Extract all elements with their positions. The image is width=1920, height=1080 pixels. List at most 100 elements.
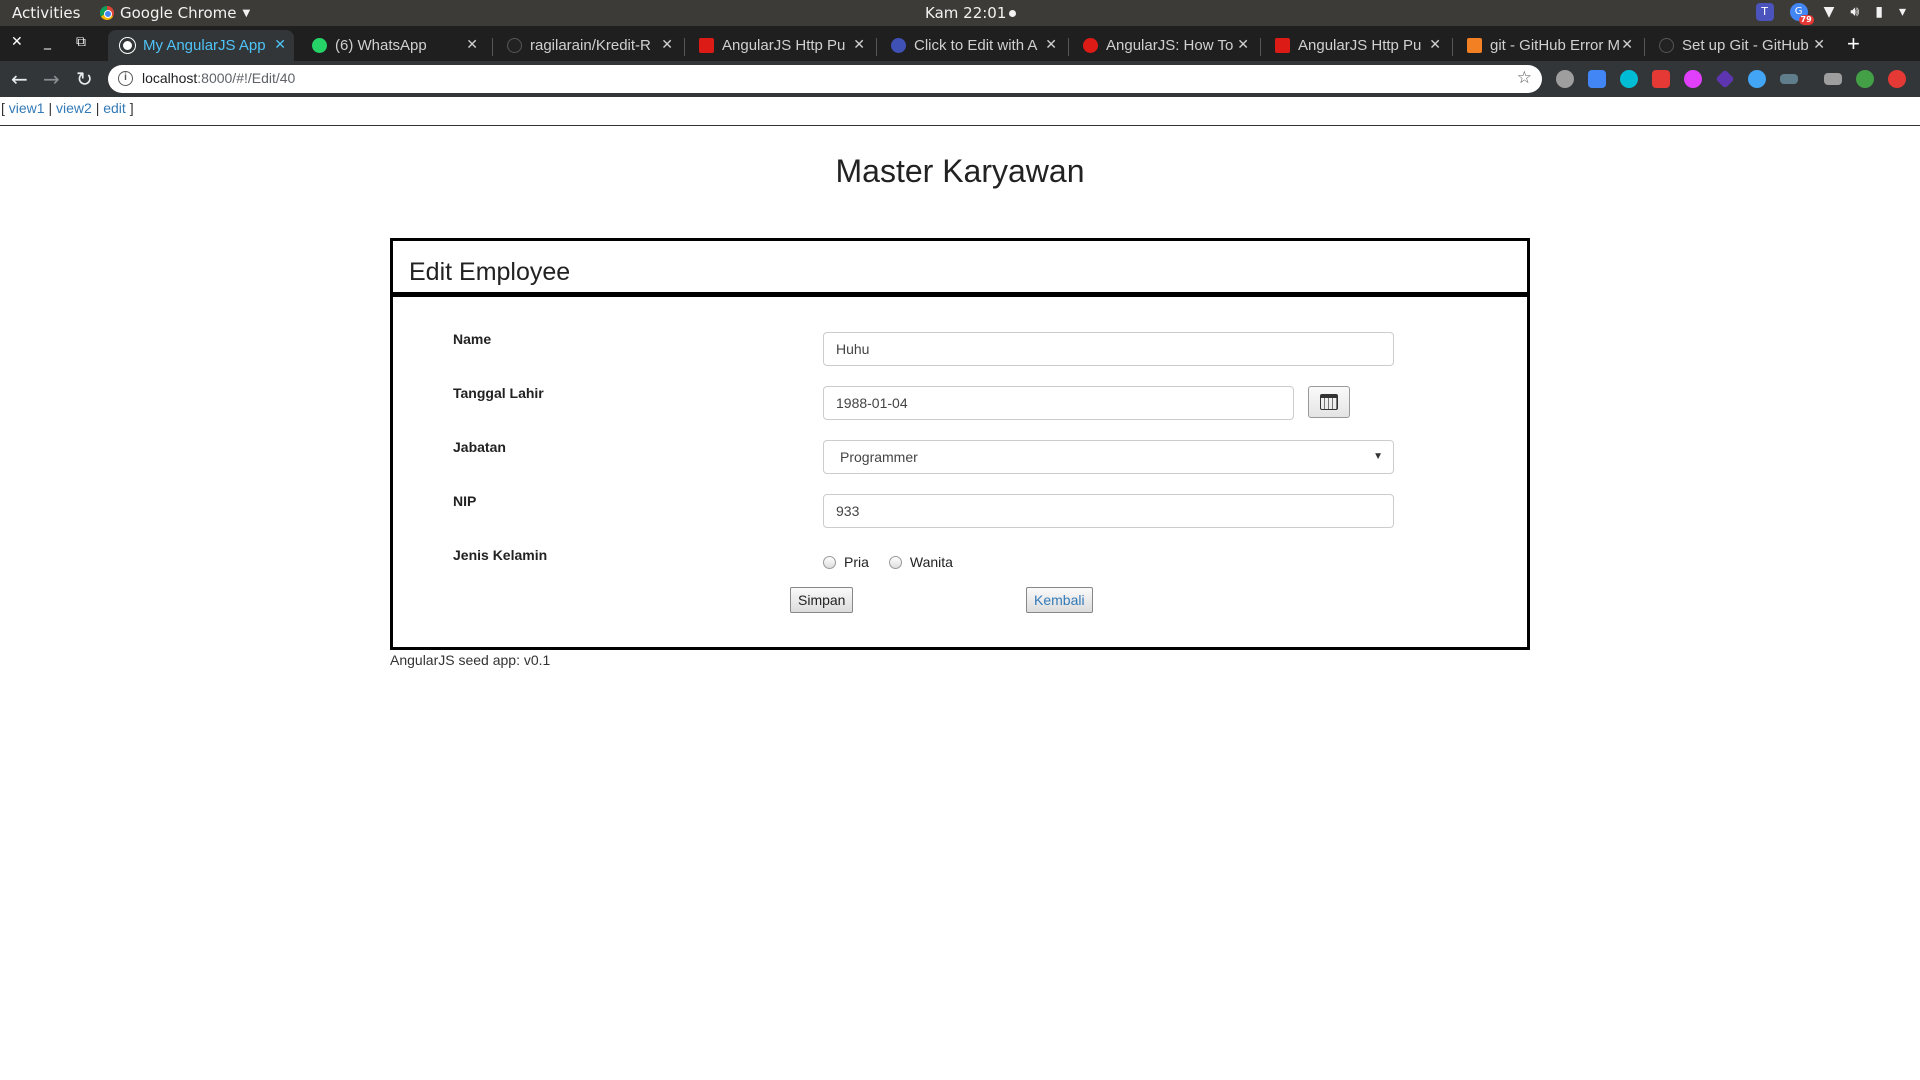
chat-extension-icon[interactable]	[1556, 70, 1574, 88]
close-tab-icon[interactable]: ✕	[466, 36, 478, 53]
gender-radio-pria[interactable]	[823, 555, 836, 569]
system-top-bar: Activities Google Chrome ▼ Kam 22:01 T G…	[0, 0, 1920, 26]
calendar-button[interactable]	[1308, 386, 1350, 418]
tab-separator	[1452, 38, 1453, 56]
power-menu-icon[interactable]: ▾	[1899, 4, 1906, 20]
globe-icon	[119, 37, 136, 54]
nav-link-view2[interactable]: view2	[56, 100, 92, 116]
tab-separator	[684, 38, 685, 56]
close-tab-icon[interactable]: ✕	[1813, 36, 1825, 53]
web-extension-icon[interactable]	[1684, 70, 1702, 88]
wifi-icon[interactable]: ▼	[1824, 4, 1835, 20]
bookmark-star-icon[interactable]: ☆	[1517, 68, 1532, 88]
profile-avatar-icon[interactable]	[1856, 70, 1874, 88]
dob-input[interactable]: 1988-01-04	[823, 386, 1294, 420]
name-label: Name	[453, 331, 492, 347]
dropdown-arrow-icon: ▼	[1373, 451, 1383, 462]
tab-git-github-error[interactable]: git - GitHub Error M ✕	[1455, 30, 1641, 61]
close-tab-icon[interactable]: ✕	[1621, 36, 1633, 53]
tab-click-to-edit[interactable]: Click to Edit with A ✕	[879, 30, 1065, 61]
position-selected-value: Programmer	[840, 449, 918, 465]
tab-title: AngularJS Http Pu	[1298, 37, 1422, 54]
name-input[interactable]: Huhu	[823, 332, 1394, 366]
app-version-footer: AngularJS seed app: v0.1	[390, 652, 551, 668]
edit-employee-panel: Edit Employee Name Huhu Tanggal Lahir 19…	[390, 238, 1530, 650]
browser-toolbar: ← → ↻ i localhost:8000/#!/Edit/40 ☆	[0, 61, 1920, 97]
tab-angularjs-how-to[interactable]: AngularJS: How To ✕	[1071, 30, 1257, 61]
new-tab-icon[interactable]: +	[1847, 31, 1860, 57]
clock[interactable]: Kam 22:01	[925, 4, 1017, 22]
reading-list-icon[interactable]	[1824, 73, 1842, 85]
system-tray[interactable]: T G 79 ▼ 🔊︎ ▮ ▾	[1755, 3, 1906, 25]
tab-title: AngularJS Http Pu	[722, 37, 846, 54]
position-select[interactable]: Programmer ▼	[823, 440, 1394, 474]
tab-title: My AngularJS App	[143, 37, 266, 54]
nav-link-view1[interactable]: view1	[9, 100, 45, 116]
gender-option-wanita-label: Wanita	[909, 554, 953, 570]
panel-title: Edit Employee	[409, 258, 571, 286]
cloud-icon	[891, 38, 906, 53]
tab-whatsapp[interactable]: (6) WhatsApp ✕	[300, 30, 486, 61]
clock-label: Kam 22:01	[925, 4, 1007, 22]
app-menu[interactable]: Google Chrome ▼	[100, 4, 250, 22]
opera-extension-icon[interactable]	[1888, 70, 1906, 88]
gender-option-pria-label: Pria	[844, 554, 869, 570]
activities-button[interactable]: Activities	[12, 4, 80, 22]
tab-separator	[876, 38, 877, 56]
nip-input[interactable]: 933	[823, 494, 1394, 528]
cloud-extension-icon[interactable]	[1652, 70, 1670, 88]
tab-title: (6) WhatsApp	[335, 37, 427, 54]
info-icon[interactable]: i	[118, 71, 133, 86]
close-tab-icon[interactable]: ✕	[1045, 36, 1057, 53]
tab-set-up-git[interactable]: Set up Git - GitHub ✕	[1647, 30, 1833, 61]
address-bar[interactable]: i localhost:8000/#!/Edit/40 ☆	[108, 65, 1542, 93]
tab-title: Set up Git - GitHub	[1682, 37, 1809, 54]
menu-bracket: ]	[129, 100, 134, 116]
battery-icon[interactable]: ▮	[1875, 4, 1883, 20]
url-host: localhost	[142, 70, 198, 86]
gender-label: Jenis Kelamin	[453, 547, 548, 563]
tab-separator	[1644, 38, 1645, 56]
page-content: [ view1 | view2 | edit ] Master Karyawan…	[0, 97, 1920, 1080]
reload-icon[interactable]: ↻	[76, 67, 93, 91]
forward-icon[interactable]: →	[43, 67, 60, 91]
diamond-extension-icon[interactable]	[1715, 69, 1735, 89]
translate-extension-icon[interactable]	[1588, 70, 1606, 88]
tab-angularjs-http-2[interactable]: AngularJS Http Pu ✕	[1263, 30, 1449, 61]
close-tab-icon[interactable]: ✕	[1429, 36, 1441, 53]
whatsapp-icon	[312, 38, 327, 53]
tab-separator	[492, 38, 493, 56]
keyboard-extension-icon[interactable]	[1780, 74, 1798, 84]
close-tab-icon[interactable]: ✕	[274, 36, 286, 53]
caret-down-icon: ▼	[242, 7, 251, 19]
github-icon	[1659, 38, 1674, 53]
tab-angularjs-http-1[interactable]: AngularJS Http Pu ✕	[687, 30, 873, 61]
minimize-window-icon[interactable]: _	[44, 34, 51, 50]
volume-icon[interactable]: 🔊︎	[1850, 4, 1859, 20]
url-text: localhost:8000/#!/Edit/40	[142, 70, 295, 86]
pin-icon	[1083, 38, 1098, 53]
stackoverflow-icon	[1467, 38, 1482, 53]
back-icon[interactable]: ←	[11, 67, 28, 91]
nav-link-edit[interactable]: edit	[103, 100, 126, 116]
tab-title: AngularJS: How To	[1106, 37, 1234, 54]
menu-separator: |	[48, 100, 53, 116]
plane-extension-icon[interactable]	[1748, 70, 1766, 88]
divider	[0, 125, 1920, 126]
save-button[interactable]: Simpan	[790, 587, 854, 613]
close-tab-icon[interactable]: ✕	[1237, 36, 1249, 53]
gender-radio-wanita[interactable]	[888, 555, 902, 569]
close-tab-icon[interactable]: ✕	[853, 36, 865, 53]
restore-window-icon[interactable]: ⧉	[76, 34, 86, 50]
calendar-icon	[1320, 394, 1338, 410]
back-button[interactable]: Kembali	[1026, 587, 1093, 613]
tab-github-kredit[interactable]: ragilarain/Kredit-R ✕	[495, 30, 681, 61]
tab-separator	[1260, 38, 1261, 56]
close-tab-icon[interactable]: ✕	[661, 36, 673, 53]
close-window-icon[interactable]: ✕	[11, 34, 23, 50]
google-notification-icon[interactable]: G 79	[1789, 3, 1814, 25]
dob-label: Tanggal Lahir	[453, 385, 544, 401]
tab-my-angularjs-app[interactable]: My AngularJS App ✕	[108, 30, 294, 61]
m-extension-icon[interactable]	[1620, 70, 1638, 88]
teams-icon[interactable]: T	[1755, 3, 1774, 21]
